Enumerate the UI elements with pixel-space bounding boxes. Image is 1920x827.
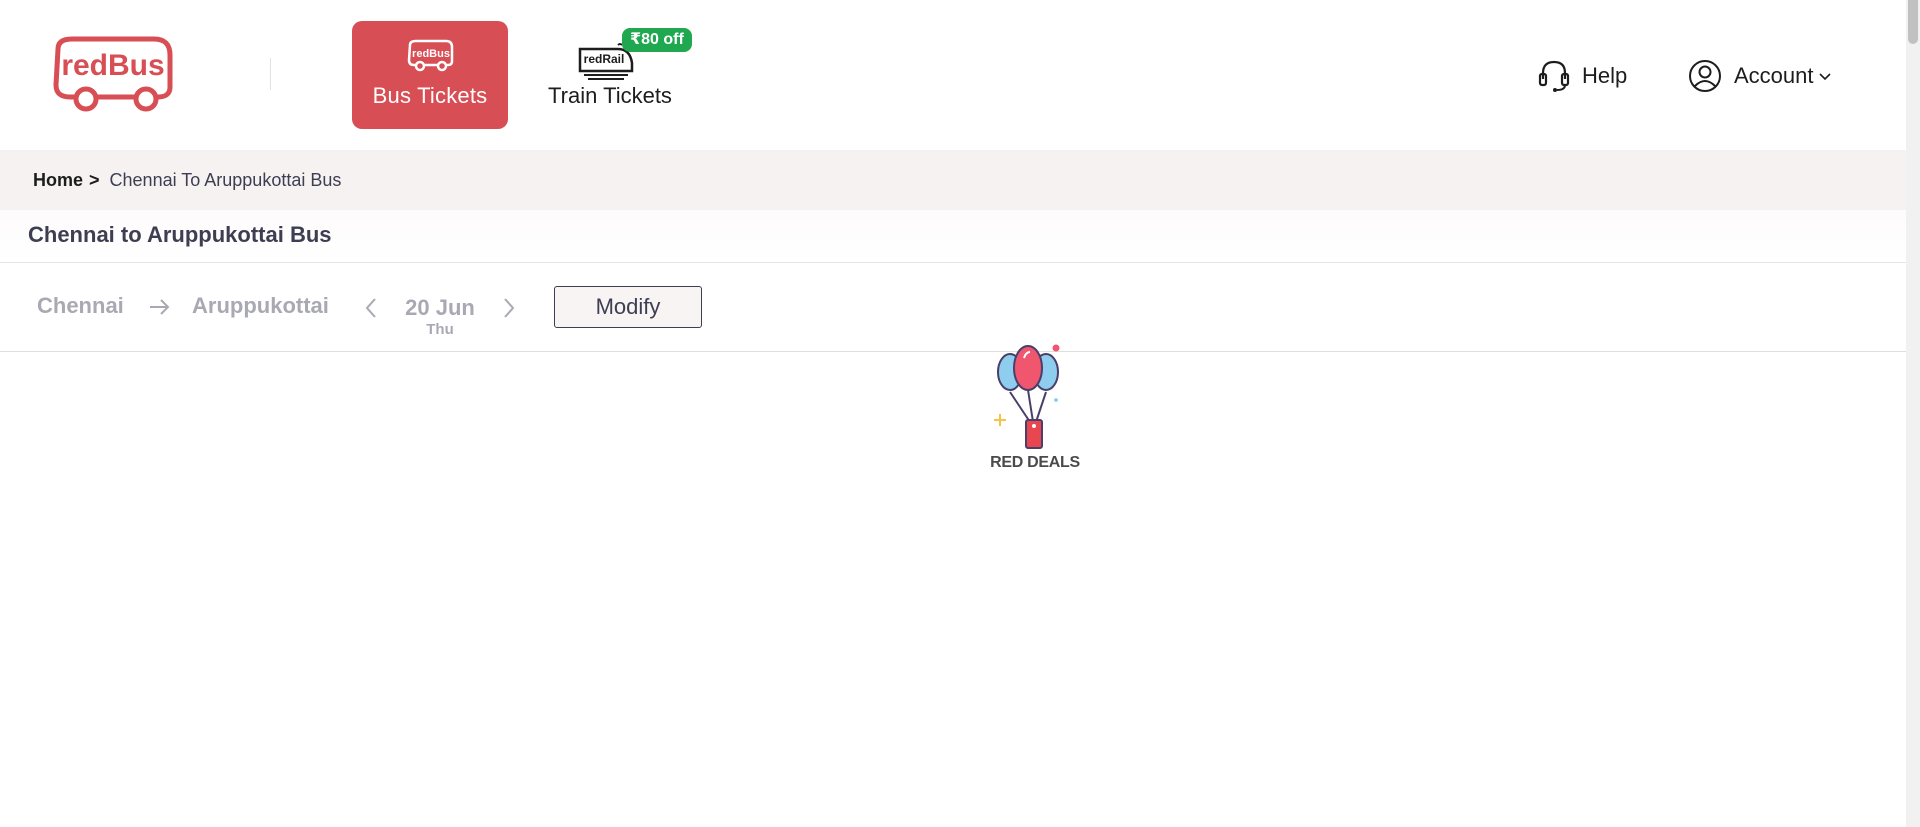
chevron-down-icon bbox=[1818, 73, 1831, 81]
breadcrumb-separator: > bbox=[89, 169, 100, 190]
destination-city[interactable]: Aruppukottai bbox=[192, 293, 329, 319]
scrollbar-thumb[interactable] bbox=[1908, 0, 1918, 44]
account-menu[interactable]: Account bbox=[1688, 56, 1832, 96]
tab-bus-tickets[interactable]: redBus Bus Tickets bbox=[352, 21, 508, 129]
chevron-left-icon[interactable] bbox=[364, 297, 378, 319]
account-label: Account bbox=[1734, 63, 1814, 88]
help-link[interactable]: Help bbox=[1538, 56, 1627, 96]
bus-icon: redBus bbox=[407, 39, 454, 72]
offer-badge: ₹80 off bbox=[622, 28, 692, 52]
redbus-logo-icon: redBus bbox=[53, 36, 173, 112]
page-title: Chennai to Aruppukottai Bus bbox=[28, 222, 332, 247]
source-city[interactable]: Chennai bbox=[37, 293, 124, 319]
page: redBus redBus Bus Tickets redRail Train … bbox=[0, 0, 1920, 827]
breadcrumb-current: Chennai To Aruppukottai Bus bbox=[109, 169, 342, 190]
logo-text: redBus bbox=[61, 49, 164, 82]
headset-icon bbox=[1538, 60, 1570, 92]
chevron-right-icon[interactable] bbox=[502, 297, 516, 319]
journey-weekday: Thu bbox=[426, 321, 454, 338]
modify-button[interactable]: Modify bbox=[554, 286, 702, 328]
top-header: redBus redBus Bus Tickets redRail Train … bbox=[0, 0, 1906, 150]
arrow-right-icon bbox=[150, 299, 170, 315]
tab-bus-tickets-label: Bus Tickets bbox=[372, 83, 488, 108]
journey-date[interactable]: 20 Jun bbox=[392, 295, 488, 321]
header-divider bbox=[270, 58, 271, 90]
user-circle-icon bbox=[1689, 60, 1721, 92]
help-label: Help bbox=[1582, 63, 1628, 88]
redbus-logo[interactable]: redBus bbox=[50, 35, 176, 115]
page-scrollbar[interactable] bbox=[1906, 0, 1920, 827]
breadcrumb: Home > Chennai To Aruppukottai Bus bbox=[0, 150, 1906, 210]
red-deals-label: RED DEALS bbox=[990, 454, 1080, 471]
search-summary: Chennai Aruppukottai 20 Jun Thu Modify bbox=[0, 263, 1906, 352]
red-deals-loader: RED DEALS bbox=[980, 340, 1090, 475]
tab-train-tickets-label: Train Tickets bbox=[548, 83, 672, 108]
title-bar: Chennai to Aruppukottai Bus bbox=[0, 210, 1906, 263]
train-icon-text: redRail bbox=[584, 52, 625, 66]
bus-icon-text: redBus bbox=[412, 48, 450, 60]
breadcrumb-home-link[interactable]: Home bbox=[33, 170, 83, 191]
balloons-icon bbox=[994, 344, 1060, 449]
